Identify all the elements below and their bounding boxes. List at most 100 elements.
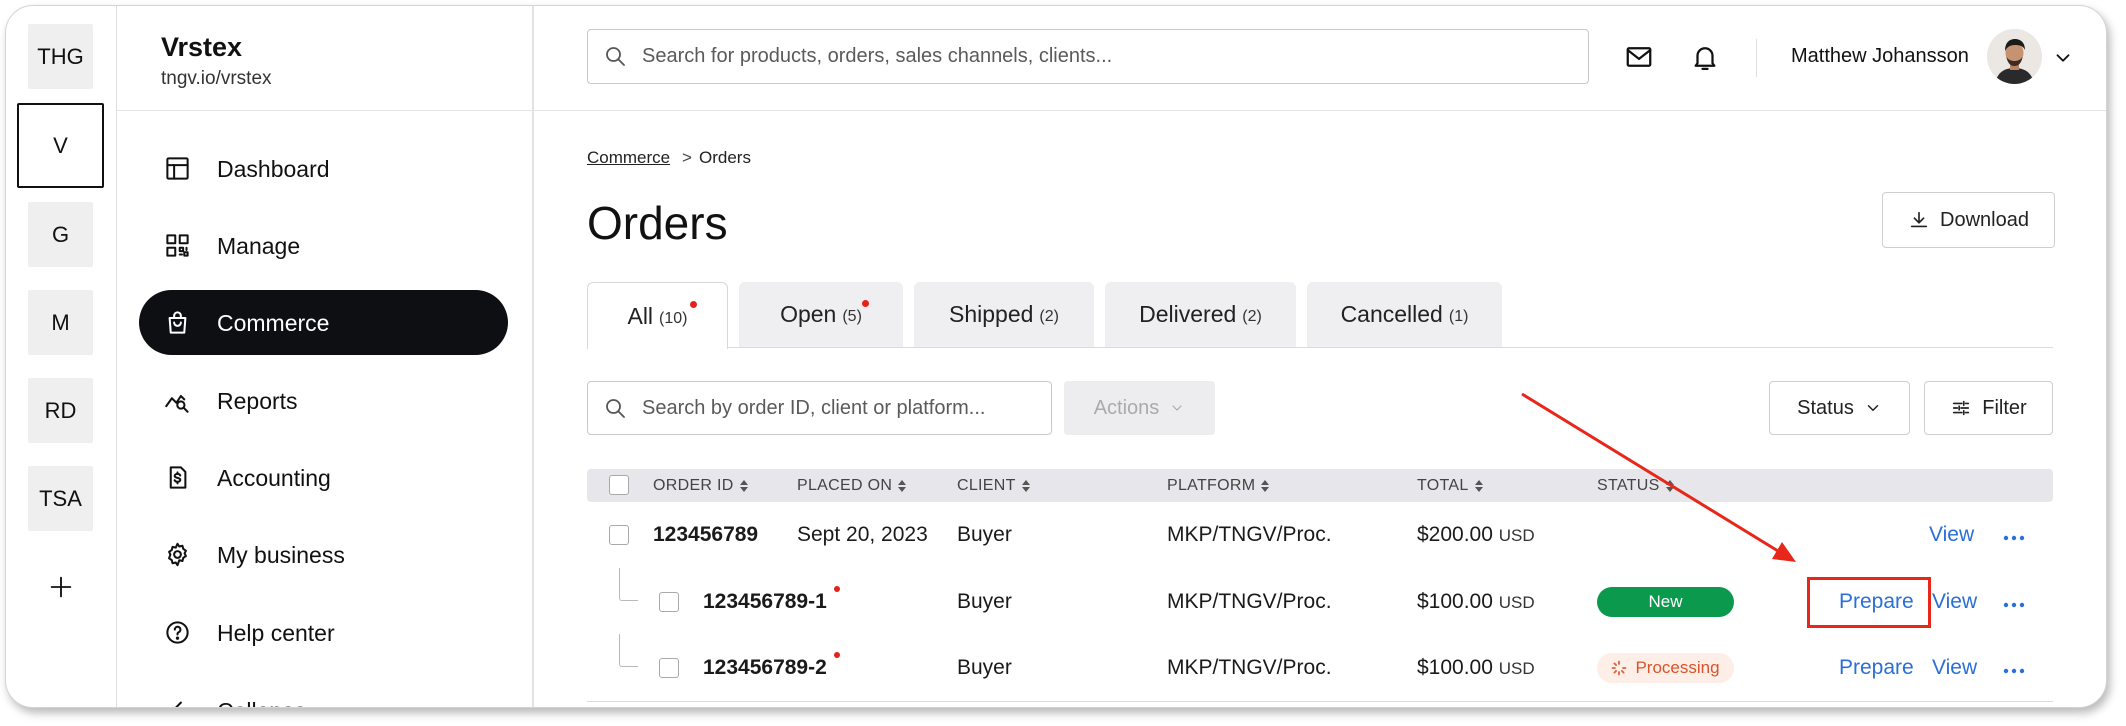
order-id[interactable]: 123456789 [653, 523, 758, 547]
mail-icon[interactable] [1624, 42, 1654, 72]
column-header-platform[interactable]: PLATFORM [1167, 477, 1270, 495]
tab-open[interactable]: Open (5) [739, 282, 903, 347]
layout-icon [166, 157, 189, 180]
search-icon [606, 47, 625, 66]
nav-label: Accounting [217, 465, 331, 491]
tabs-baseline [587, 347, 2053, 348]
client: Buyer [957, 523, 1012, 546]
app-window: THG V G M RD TSA Vrstex tngv.io/vrstex D… [5, 5, 2107, 708]
tab-delivered[interactable]: Delivered (2) [1105, 282, 1296, 347]
column-header-placed-on[interactable]: PLACED ON [797, 477, 907, 495]
filter-button[interactable]: Filter [1924, 381, 2053, 435]
view-link[interactable]: View [1929, 523, 1974, 547]
nav-item-my-business[interactable]: My business [139, 522, 508, 587]
view-link[interactable]: View [1932, 656, 1977, 680]
status-badge-new: New [1597, 587, 1734, 617]
more-icon[interactable] [2002, 663, 2026, 674]
org-url: tngv.io/vrstex [161, 68, 272, 89]
more-icon[interactable] [2002, 530, 2026, 541]
help-circle-icon [166, 621, 189, 644]
search-icon [606, 399, 625, 418]
sort-icon [739, 480, 748, 492]
user-name[interactable]: Matthew Johansson [1791, 45, 1969, 68]
nav-item-reports[interactable]: Reports [139, 368, 508, 433]
workspace-label: RD [44, 397, 77, 423]
actions-button[interactable]: Actions [1064, 381, 1215, 435]
tab-count: (2) [1242, 308, 1262, 325]
workspace-label: THG [37, 43, 84, 69]
notification-dot [834, 586, 840, 592]
filter-label: Filter [1982, 396, 2027, 419]
tab-label: All [627, 302, 654, 329]
actions-label: Actions [1093, 396, 1160, 419]
breadcrumb-current: Orders [699, 148, 751, 167]
tree-connector [619, 568, 638, 601]
workspace-v-selected[interactable]: V [17, 103, 104, 188]
tab-count: (2) [1039, 308, 1059, 325]
sort-icon [1021, 480, 1030, 492]
sort-icon [1261, 480, 1270, 492]
workspace-m[interactable]: M [28, 290, 93, 355]
tab-shipped[interactable]: Shipped (2) [914, 282, 1094, 347]
bell-icon[interactable] [1690, 42, 1720, 72]
platform: MKP/TNGV/Proc. [1167, 523, 1332, 546]
row-checkbox[interactable] [659, 658, 679, 678]
sort-icon [1665, 480, 1674, 492]
page-title: Orders [587, 197, 728, 249]
notification-dot [834, 652, 840, 658]
download-button[interactable]: Download [1882, 192, 2055, 248]
tab-count: (5) [842, 308, 862, 325]
status-dropdown[interactable]: Status [1769, 381, 1910, 435]
nav-item-collapse[interactable]: Collapse [139, 678, 508, 707]
column-header-client[interactable]: CLIENT [957, 477, 1030, 495]
tab-all[interactable]: All (10) [587, 282, 728, 349]
tab-count: (10) [659, 309, 688, 327]
more-icon[interactable] [2002, 597, 2026, 608]
qr-code-icon [166, 234, 189, 257]
header-divider [116, 110, 2106, 111]
placed-on: Sept 20, 2023 [797, 523, 928, 546]
order-search-input[interactable]: Search by order ID, client or platform..… [587, 381, 1052, 435]
view-link[interactable]: View [1932, 590, 1977, 614]
nav-item-commerce[interactable]: Commerce [139, 290, 508, 355]
nav-label: My business [217, 542, 345, 568]
spinner-icon [1612, 660, 1627, 676]
table-bottom-border [587, 701, 2053, 702]
tree-connector [619, 634, 638, 667]
workspace-g[interactable]: G [28, 202, 93, 267]
nav-item-help-center[interactable]: Help center [139, 600, 508, 665]
row-checkbox[interactable] [609, 525, 629, 545]
prepare-link[interactable]: Prepare [1839, 656, 1914, 680]
breadcrumb-separator: > [682, 148, 692, 167]
workspace-rd[interactable]: RD [28, 378, 93, 443]
breadcrumb-commerce[interactable]: Commerce [587, 148, 670, 168]
chevron-down-icon[interactable] [2052, 47, 2074, 69]
chevron-left-icon [175, 701, 182, 707]
download-label: Download [1940, 208, 2029, 231]
order-id[interactable]: 123456789-1 [703, 590, 827, 614]
nav-label: Manage [217, 233, 301, 259]
total: $200.00 USD [1417, 523, 1535, 548]
status-dropdown-label: Status [1797, 396, 1854, 419]
workspace-tsa[interactable]: TSA [28, 466, 93, 531]
workspace-thg[interactable]: THG [28, 24, 93, 89]
nav-item-dashboard[interactable]: Dashboard [139, 136, 508, 201]
row-checkbox[interactable] [659, 592, 679, 612]
global-search-placeholder: Search for products, orders, sales chann… [642, 45, 1113, 67]
client: Buyer [957, 656, 1012, 679]
column-label: CLIENT [957, 477, 1016, 494]
column-header-status[interactable]: STATUS [1597, 477, 1674, 495]
global-search-input[interactable]: Search for products, orders, sales chann… [587, 29, 1589, 84]
column-header-order-id[interactable]: ORDER ID [653, 477, 748, 495]
order-id[interactable]: 123456789-2 [703, 656, 827, 680]
plus-icon[interactable] [47, 573, 75, 601]
tab-cancelled[interactable]: Cancelled (1) [1307, 282, 1502, 347]
client: Buyer [957, 590, 1012, 613]
nav-label: Collapse [217, 698, 307, 707]
nav-item-accounting[interactable]: Accounting [139, 445, 508, 510]
avatar[interactable] [1987, 29, 2042, 84]
nav-item-manage[interactable]: Manage [139, 213, 508, 278]
select-all-checkbox[interactable] [609, 475, 629, 495]
column-header-total[interactable]: TOTAL [1417, 477, 1483, 495]
notification-dot [690, 301, 697, 308]
